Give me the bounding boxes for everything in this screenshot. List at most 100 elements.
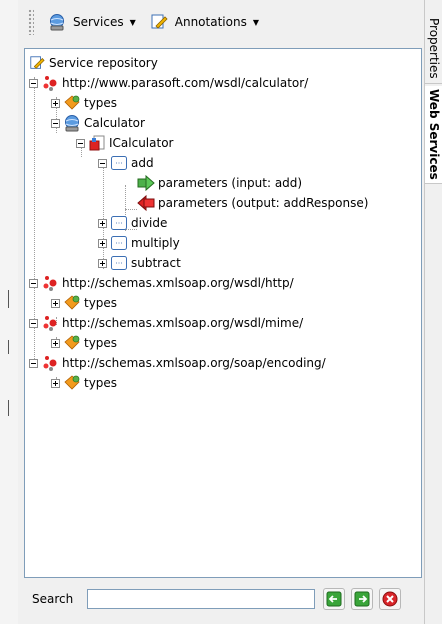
- toolbar: Services ▼ Annotations ▼: [18, 0, 424, 44]
- chevron-down-icon: ▼: [129, 17, 136, 27]
- globe-icon: [48, 13, 66, 31]
- strip-tick: [8, 290, 9, 308]
- tree-node-label: types: [84, 336, 118, 350]
- wsdl-molecule-icon: [41, 74, 59, 92]
- tree-node-calculator-service[interactable]: Calculator: [51, 113, 145, 133]
- tree-node-label: types: [84, 376, 118, 390]
- tree-node-op-divide[interactable]: ··· divide: [98, 213, 167, 233]
- types-icon: [63, 334, 81, 352]
- services-menu-button[interactable]: Services ▼: [44, 9, 140, 35]
- tree-node-label: add: [131, 156, 154, 170]
- tab-web-services[interactable]: Web Services: [425, 86, 442, 184]
- collapse-toggle-icon[interactable]: [98, 158, 107, 168]
- collapse-toggle-icon[interactable]: [29, 318, 38, 328]
- web-services-panel: Services ▼ Annotations ▼ Service reposit…: [18, 0, 424, 624]
- tree-node-mime-wsdl[interactable]: http://schemas.xmlsoap.org/wsdl/mime/: [29, 313, 303, 333]
- tree-node-label: http://schemas.xmlsoap.org/wsdl/http/: [62, 276, 294, 290]
- collapse-toggle-icon[interactable]: [51, 118, 60, 128]
- tree-node-label: divide: [131, 216, 168, 230]
- svg-text:···: ···: [115, 219, 123, 228]
- tree-node-http-wsdl[interactable]: http://schemas.xmlsoap.org/wsdl/http/: [29, 273, 294, 293]
- left-editor-strip: [0, 0, 18, 624]
- tree-node-label: ICalculator: [109, 136, 174, 150]
- tree-node-types[interactable]: types: [51, 93, 117, 113]
- search-next-button[interactable]: [351, 588, 374, 610]
- tree-node-icalculator[interactable]: ICalculator: [76, 133, 173, 153]
- collapse-toggle-icon[interactable]: [76, 138, 85, 148]
- tree-node-types[interactable]: types: [51, 333, 117, 353]
- tree-node-label: subtract: [131, 256, 181, 270]
- operation-icon: ···: [110, 154, 128, 172]
- service-tree[interactable]: Service repository http://www.parasoft.c…: [24, 48, 422, 578]
- expand-toggle-icon[interactable]: [98, 258, 107, 268]
- annotations-menu-button[interactable]: Annotations ▼: [146, 9, 263, 35]
- tree-connector: [125, 209, 137, 210]
- expand-toggle-icon[interactable]: [51, 98, 60, 108]
- wsdl-molecule-icon: [41, 314, 59, 332]
- output-arrow-icon: [137, 194, 155, 212]
- tree-node-label: types: [84, 296, 118, 310]
- tab-properties[interactable]: Properties: [425, 14, 442, 84]
- tree-node-label: types: [84, 96, 118, 110]
- tree-node-label: http://www.parasoft.com/wsdl/calculator/: [62, 76, 309, 90]
- collapse-toggle-icon[interactable]: [29, 358, 38, 368]
- arrow-left-icon: [326, 591, 342, 607]
- tab-properties-label: Properties: [427, 18, 441, 79]
- tree-node-service-repository[interactable]: Service repository: [28, 53, 158, 73]
- note-pencil-icon: [150, 13, 168, 31]
- types-icon: [63, 374, 81, 392]
- operation-icon: ···: [110, 234, 128, 252]
- toolbar-grip[interactable]: [28, 9, 34, 35]
- tree-node-label: parameters (output: addResponse): [158, 196, 369, 210]
- expand-toggle-icon[interactable]: [51, 378, 60, 388]
- strip-tick: [8, 340, 9, 354]
- wsdl-molecule-icon: [41, 274, 59, 292]
- port-type-icon: [88, 134, 106, 152]
- arrow-right-icon: [354, 591, 370, 607]
- search-previous-button[interactable]: [323, 588, 346, 610]
- tree-node-label: Calculator: [84, 116, 145, 130]
- search-clear-button[interactable]: [379, 588, 402, 610]
- tree-node-label: Service repository: [49, 56, 158, 70]
- search-input[interactable]: [87, 589, 316, 609]
- collapse-toggle-icon[interactable]: [29, 278, 38, 288]
- expand-toggle-icon[interactable]: [51, 298, 60, 308]
- tree-node-label: multiply: [131, 236, 180, 250]
- input-arrow-icon: [137, 174, 155, 192]
- search-label: Search: [32, 592, 74, 606]
- svg-text:···: ···: [115, 239, 123, 248]
- tree-node-op-multiply[interactable]: ··· multiply: [98, 233, 180, 253]
- collapse-toggle-icon[interactable]: [29, 78, 38, 88]
- operation-icon: ···: [110, 214, 128, 232]
- tree-node-calculator-wsdl[interactable]: http://www.parasoft.com/wsdl/calculator/: [29, 73, 308, 93]
- tab-web-services-label: Web Services: [427, 89, 441, 180]
- search-bar: Search: [24, 582, 420, 616]
- tree-node-label: http://schemas.xmlsoap.org/wsdl/mime/: [62, 316, 304, 330]
- strip-tick: [8, 400, 9, 416]
- tree-node-types[interactable]: types: [51, 293, 117, 313]
- side-tabs: Properties Web Services: [424, 0, 442, 624]
- close-icon: [382, 591, 398, 607]
- wsdl-molecule-icon: [41, 354, 59, 372]
- tree-node-op-subtract[interactable]: ··· subtract: [98, 253, 181, 273]
- tree-node-op-add[interactable]: ··· add: [98, 153, 154, 173]
- tree-node-label: parameters (input: add): [158, 176, 303, 190]
- tree-node-types[interactable]: types: [51, 373, 117, 393]
- tree-node-label: http://schemas.xmlsoap.org/soap/encoding…: [62, 356, 326, 370]
- expand-toggle-icon[interactable]: [98, 218, 107, 228]
- tree-node-encoding-wsdl[interactable]: http://schemas.xmlsoap.org/soap/encoding…: [29, 353, 326, 373]
- svg-text:···: ···: [115, 259, 123, 268]
- expand-toggle-icon[interactable]: [98, 238, 107, 248]
- tree-node-add-input[interactable]: parameters (input: add): [137, 173, 302, 193]
- operation-icon: ···: [110, 254, 128, 272]
- chevron-down-icon: ▼: [252, 17, 259, 27]
- annotations-label: Annotations: [174, 15, 247, 29]
- svg-text:···: ···: [115, 159, 123, 168]
- note-pencil-icon: [28, 54, 46, 72]
- types-icon: [63, 94, 81, 112]
- globe-icon: [63, 114, 81, 132]
- expand-toggle-icon[interactable]: [51, 338, 60, 348]
- types-icon: [63, 294, 81, 312]
- services-label: Services: [73, 15, 124, 29]
- tree-node-add-output[interactable]: parameters (output: addResponse): [137, 193, 368, 213]
